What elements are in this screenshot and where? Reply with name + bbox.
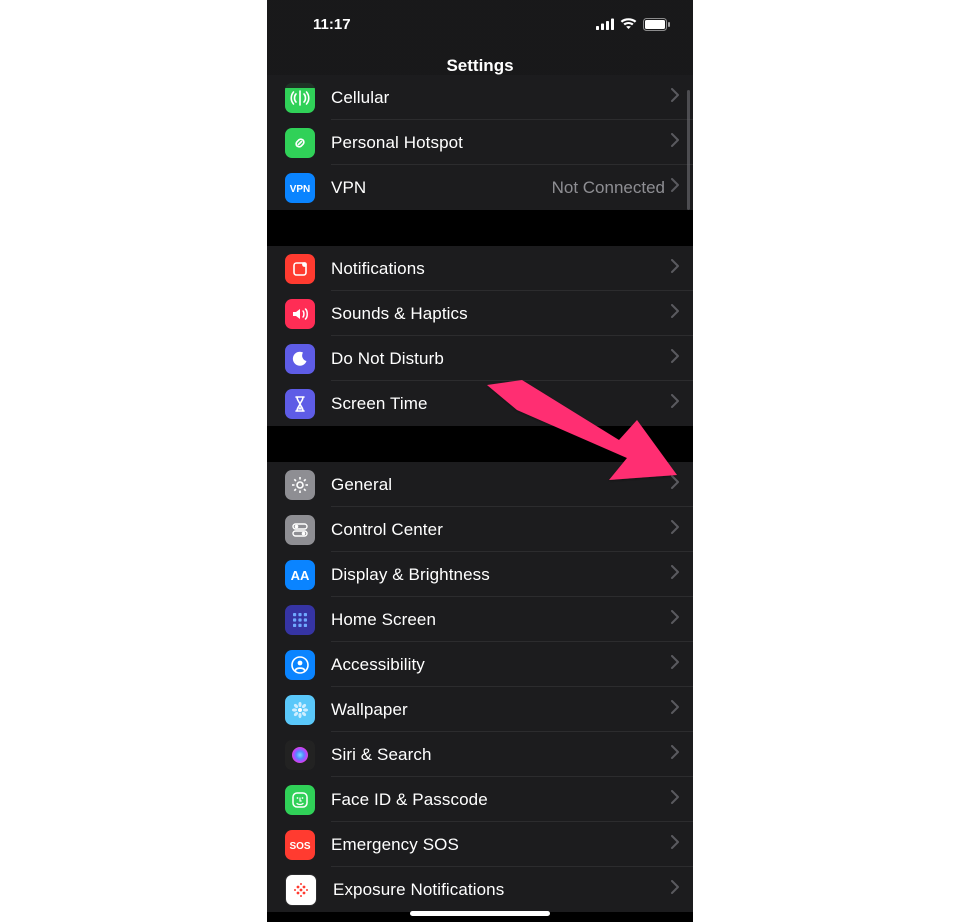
- settings-row-screentime[interactable]: Screen Time: [267, 381, 693, 426]
- flower-icon: [285, 695, 315, 725]
- settings-group: CellularPersonal HotspotVPNVPNNot Connec…: [267, 75, 693, 210]
- status-bar: 11:17: [267, 0, 693, 44]
- row-label: Control Center: [331, 520, 671, 540]
- row-value: Not Connected: [552, 178, 665, 198]
- settings-row-accessibility[interactable]: Accessibility: [267, 642, 693, 687]
- svg-text:SOS: SOS: [289, 841, 310, 852]
- row-label: General: [331, 475, 671, 495]
- home-indicator[interactable]: [410, 911, 550, 916]
- row-label: VPN: [331, 178, 552, 198]
- nav-header: Settings: [267, 44, 693, 88]
- chevron-right-icon: [671, 610, 679, 629]
- group-gap: [267, 426, 693, 462]
- settings-row-general[interactable]: General: [267, 462, 693, 507]
- page-title: Settings: [446, 56, 513, 76]
- siri-icon: [285, 740, 315, 770]
- row-label: Cellular: [331, 88, 671, 108]
- person-icon: [285, 650, 315, 680]
- svg-text:VPN: VPN: [290, 184, 311, 195]
- chevron-right-icon: [671, 835, 679, 854]
- moon-icon: [285, 344, 315, 374]
- settings-row-display[interactable]: AA Display & Brightness: [267, 552, 693, 597]
- sos-icon: SOS: [285, 830, 315, 860]
- svg-text:AA: AA: [291, 568, 310, 583]
- row-label: Siri & Search: [331, 745, 671, 765]
- chevron-right-icon: [671, 655, 679, 674]
- status-right: [596, 14, 671, 31]
- wifi-icon: [620, 18, 637, 30]
- settings-row-exposure[interactable]: Exposure Notifications: [267, 867, 693, 912]
- chevron-right-icon: [671, 133, 679, 152]
- row-label: Face ID & Passcode: [331, 790, 671, 810]
- chevron-right-icon: [671, 790, 679, 809]
- settings-row-sos[interactable]: SOS Emergency SOS: [267, 822, 693, 867]
- chevron-right-icon: [671, 304, 679, 323]
- row-label: Display & Brightness: [331, 565, 671, 585]
- cellular-signal-icon: [596, 18, 614, 30]
- row-label: Do Not Disturb: [331, 349, 671, 369]
- link-icon: [285, 128, 315, 158]
- chevron-right-icon: [671, 700, 679, 719]
- settings-row-notifications[interactable]: Notifications: [267, 246, 693, 291]
- chevron-right-icon: [671, 880, 679, 899]
- hourglass-icon: [285, 389, 315, 419]
- settings-list[interactable]: CellularPersonal HotspotVPNVPNNot Connec…: [267, 75, 693, 922]
- face-icon: [285, 785, 315, 815]
- scroll-indicator[interactable]: [687, 90, 690, 210]
- bell-icon: [285, 254, 315, 284]
- row-label: Exposure Notifications: [333, 880, 671, 900]
- row-label: Home Screen: [331, 610, 671, 630]
- row-label: Notifications: [331, 259, 671, 279]
- row-label: Wallpaper: [331, 700, 671, 720]
- switches-icon: [285, 515, 315, 545]
- settings-row-sounds[interactable]: Sounds & Haptics: [267, 291, 693, 336]
- group-gap: [267, 210, 693, 246]
- exposure-icon: [285, 874, 317, 906]
- battery-icon: [643, 18, 671, 31]
- settings-row-faceid[interactable]: Face ID & Passcode: [267, 777, 693, 822]
- chevron-right-icon: [671, 565, 679, 584]
- chevron-right-icon: [671, 88, 679, 107]
- chevron-right-icon: [671, 520, 679, 539]
- settings-group: Notifications Sounds & Haptics Do Not Dist…: [267, 246, 693, 426]
- row-label: Screen Time: [331, 394, 671, 414]
- chevron-right-icon: [671, 259, 679, 278]
- row-label: Accessibility: [331, 655, 671, 675]
- status-time: 11:17: [289, 12, 351, 33]
- gear-icon: [285, 470, 315, 500]
- settings-row-controlcenter[interactable]: Control Center: [267, 507, 693, 552]
- grid-icon: [285, 605, 315, 635]
- settings-group: General Control Center AA Display & Brightn…: [267, 462, 693, 912]
- row-label: Personal Hotspot: [331, 133, 671, 153]
- row-label: Sounds & Haptics: [331, 304, 671, 324]
- chevron-right-icon: [671, 394, 679, 413]
- vpn-icon: VPN: [285, 173, 315, 203]
- settings-row-siri[interactable]: Siri & Search: [267, 732, 693, 777]
- chevron-right-icon: [671, 178, 679, 197]
- row-label: Emergency SOS: [331, 835, 671, 855]
- settings-row-vpn[interactable]: VPNVPNNot Connected: [267, 165, 693, 210]
- speaker-icon: [285, 299, 315, 329]
- settings-row-homescreen[interactable]: Home Screen: [267, 597, 693, 642]
- chevron-right-icon: [671, 745, 679, 764]
- aa-icon: AA: [285, 560, 315, 590]
- settings-row-wallpaper[interactable]: Wallpaper: [267, 687, 693, 732]
- chevron-right-icon: [671, 475, 679, 494]
- chevron-right-icon: [671, 349, 679, 368]
- phone-frame: 11:17: [267, 0, 693, 922]
- settings-row-hotspot[interactable]: Personal Hotspot: [267, 120, 693, 165]
- settings-row-dnd[interactable]: Do Not Disturb: [267, 336, 693, 381]
